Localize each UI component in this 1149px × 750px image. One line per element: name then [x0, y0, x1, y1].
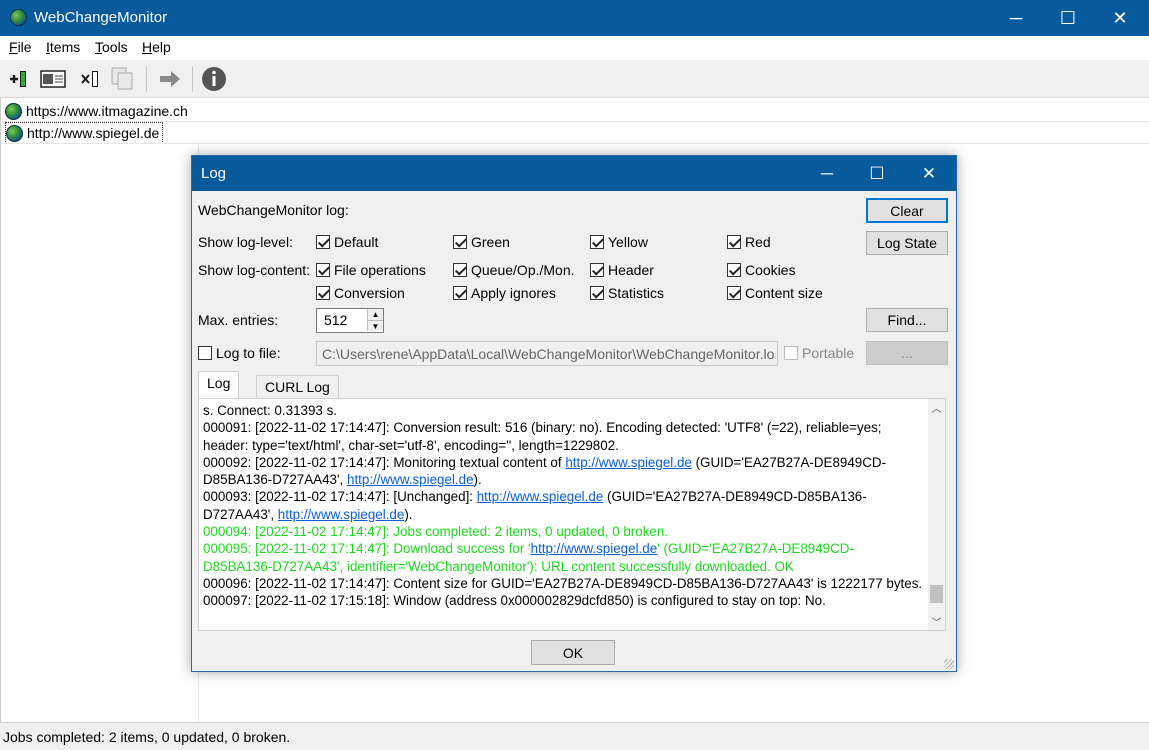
log-line: 000097: [2022-11-02 17:15:18]: Window (a…	[203, 593, 826, 609]
checkbox-box	[727, 263, 741, 277]
dialog-maximize-button[interactable]: ☐	[854, 156, 900, 191]
tab-log[interactable]: Log	[198, 371, 240, 399]
toolbar-separator	[146, 66, 147, 92]
log-scrollbar[interactable]: ︿ ﹀	[928, 399, 945, 630]
checkbox-box	[590, 286, 604, 300]
log-content: s. Connect: 0.31393 s. 000091: [2022-11-…	[203, 402, 923, 628]
max-entries-value: 512	[324, 312, 348, 328]
content-size-checkbox[interactable]: Content size	[727, 285, 823, 301]
checkbox-box	[453, 286, 467, 300]
tab-curl-log[interactable]: CURL Log	[256, 375, 339, 400]
copy-item-icon[interactable]	[109, 65, 137, 93]
content-cookies-checkbox[interactable]: Cookies	[727, 262, 796, 278]
checkbox-box	[316, 286, 330, 300]
menu-file[interactable]: File	[9, 39, 32, 55]
content-conversion-checkbox[interactable]: Conversion	[316, 285, 405, 301]
dialog-close-button[interactable]: ✕	[906, 156, 952, 191]
add-item-icon[interactable]	[5, 65, 33, 93]
portable-checkbox[interactable]: Portable	[784, 345, 854, 361]
level-default-checkbox[interactable]: Default	[316, 234, 378, 250]
level-yellow-checkbox[interactable]: Yellow	[590, 234, 648, 250]
row-divider	[1, 143, 1149, 144]
log-line-green: 000095: [2022-11-02 17:14:47]: Download …	[203, 541, 854, 574]
checkbox-box	[727, 235, 741, 249]
delete-item-icon[interactable]	[76, 65, 104, 93]
menu-tools[interactable]: Tools	[95, 39, 128, 55]
log-line: 000096: [2022-11-02 17:14:47]: Content s…	[203, 575, 923, 591]
log-link[interactable]: http://www.spiegel.de	[531, 541, 658, 556]
status-bar: Jobs completed: 2 items, 0 updated, 0 br…	[0, 722, 1149, 750]
log-text-area[interactable]: s. Connect: 0.31393 s. 000091: [2022-11-…	[198, 398, 946, 631]
checkbox-box	[590, 235, 604, 249]
browse-button[interactable]: ...	[866, 341, 948, 365]
ok-button[interactable]: OK	[531, 640, 615, 665]
max-entries-label: Max. entries:	[198, 312, 279, 328]
log-to-file-checkbox[interactable]: Log to file:	[198, 345, 281, 361]
globe-icon	[5, 102, 22, 120]
show-level-label: Show log-level:	[198, 234, 293, 250]
log-line-green: 000094: [2022-11-02 17:14:47]: Jobs comp…	[203, 524, 669, 540]
clear-button[interactable]: Clear	[866, 198, 948, 223]
log-dialog: Log ─ ☐ ✕ WebChangeMonitor log: Clear Lo…	[191, 155, 957, 672]
log-line: 000093: [2022-11-02 17:14:47]: [Unchange…	[203, 489, 867, 522]
log-line: 000092: [2022-11-02 17:14:47]: Monitorin…	[203, 454, 887, 488]
log-heading: WebChangeMonitor log:	[198, 202, 349, 218]
max-entries-spinner[interactable]: 512 ▲ ▼	[316, 308, 384, 333]
scroll-thumb[interactable]	[930, 585, 943, 603]
item-url: http://www.spiegel.de	[27, 125, 160, 141]
spin-down-icon[interactable]: ▼	[367, 320, 383, 331]
log-file-path-input[interactable]: C:\Users\rene\AppData\Local\WebChangeMon…	[316, 341, 778, 366]
row-divider	[1, 121, 1149, 122]
log-link[interactable]: http://www.spiegel.de	[477, 489, 604, 504]
log-line: 000091: [2022-11-02 17:14:47]: Conversio…	[203, 420, 886, 453]
log-link[interactable]: http://www.spiegel.de	[347, 472, 474, 487]
content-file-operations-checkbox[interactable]: File operations	[316, 262, 426, 278]
log-link[interactable]: http://www.spiegel.de	[565, 455, 692, 470]
check-now-icon[interactable]	[156, 65, 184, 93]
level-green-checkbox[interactable]: Green	[453, 234, 510, 250]
checkbox-box	[727, 286, 741, 300]
menu-items[interactable]: Items	[46, 39, 80, 55]
menu-help[interactable]: Help	[142, 39, 171, 55]
find-button[interactable]: Find...	[866, 308, 948, 332]
list-item[interactable]: https://www.itmagazine.ch	[5, 100, 188, 122]
show-content-label: Show log-content:	[198, 262, 311, 278]
close-button[interactable]: ✕	[1097, 0, 1143, 36]
content-apply-ignores-checkbox[interactable]: Apply ignores	[453, 285, 556, 301]
globe-icon	[6, 124, 23, 142]
checkbox-box	[316, 263, 330, 277]
content-statistics-checkbox[interactable]: Statistics	[590, 285, 664, 301]
checkbox-box	[784, 346, 798, 360]
minimize-button[interactable]: ─	[993, 0, 1039, 36]
list-item[interactable]: http://www.spiegel.de	[5, 122, 164, 144]
title-bar: WebChangeMonitor ─ ☐ ✕	[0, 0, 1149, 36]
dialog-title: Log	[201, 165, 227, 182]
content-header-checkbox[interactable]: Header	[590, 262, 654, 278]
dialog-minimize-button[interactable]: ─	[804, 156, 850, 191]
checkbox-box	[590, 263, 604, 277]
level-red-checkbox[interactable]: Red	[727, 234, 771, 250]
checkbox-box	[316, 235, 330, 249]
checkbox-box	[453, 263, 467, 277]
edit-item-icon[interactable]	[39, 65, 67, 93]
app-title: WebChangeMonitor	[34, 9, 168, 26]
checkbox-box	[198, 346, 212, 360]
dialog-title-bar: Log ─ ☐ ✕	[192, 156, 956, 191]
scroll-up-icon[interactable]: ︿	[928, 399, 945, 416]
info-icon[interactable]	[200, 65, 228, 93]
spin-up-icon[interactable]: ▲	[367, 309, 383, 320]
app-globe-icon	[10, 9, 27, 26]
log-link[interactable]: http://www.spiegel.de	[278, 507, 405, 522]
content-queue-checkbox[interactable]: Queue/Op./Mon.	[453, 262, 575, 278]
maximize-button[interactable]: ☐	[1045, 0, 1091, 36]
resize-grip-icon[interactable]	[944, 659, 954, 669]
log-state-button[interactable]: Log State	[866, 231, 948, 255]
toolbar	[0, 60, 1149, 98]
toolbar-separator	[192, 66, 193, 92]
checkbox-box	[453, 235, 467, 249]
scroll-down-icon[interactable]: ﹀	[928, 613, 945, 630]
menu-bar: File Items Tools Help	[0, 36, 1149, 60]
item-url: https://www.itmagazine.ch	[26, 103, 188, 119]
log-line: s. Connect: 0.31393 s.	[203, 403, 337, 418]
